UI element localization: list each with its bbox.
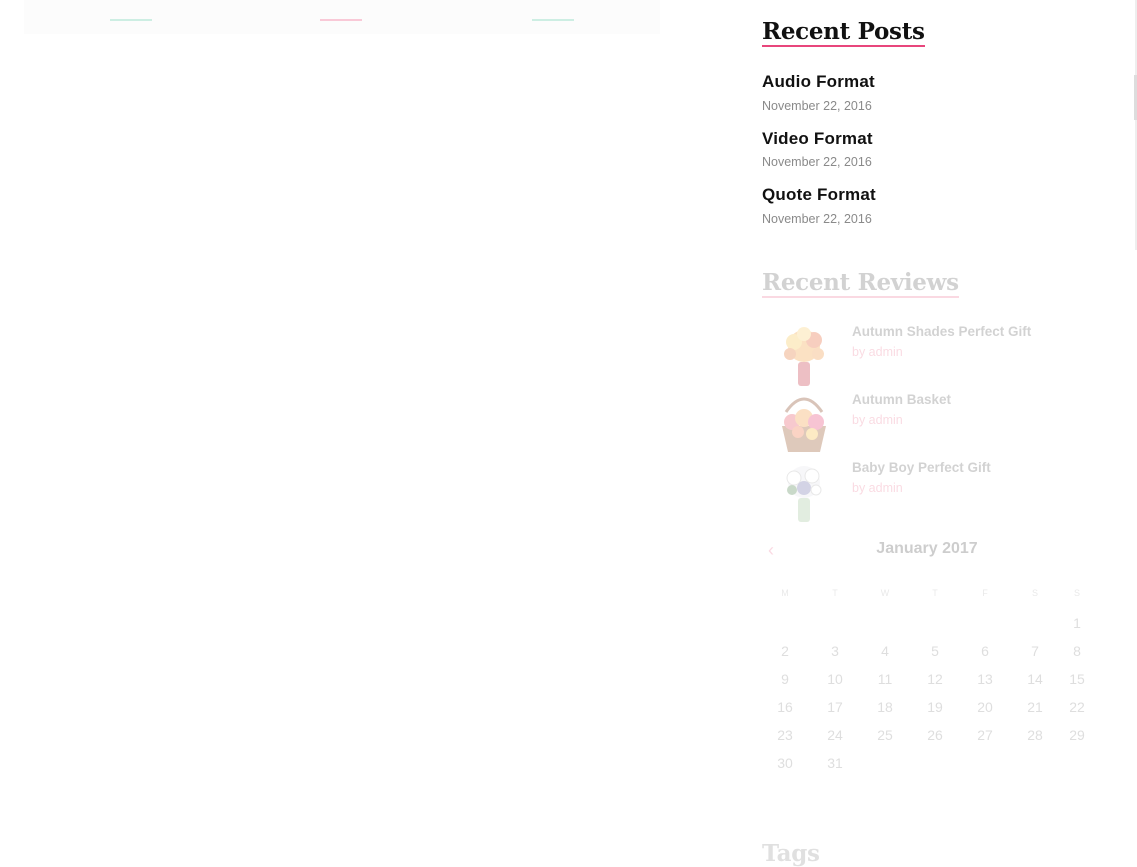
flower-basket-image[interactable]	[774, 392, 834, 456]
calendar-day: 7	[1031, 643, 1039, 659]
review-product-link[interactable]: Baby Boy Perfect Gift	[852, 460, 991, 475]
calendar-day: 19	[927, 699, 943, 715]
top-divider-mint-2	[532, 19, 574, 21]
review-product-link[interactable]: Autumn Shades Perfect Gift	[852, 324, 1031, 339]
review-author-link[interactable]: by admin	[852, 481, 903, 495]
recent-reviews-title: Recent Reviews	[762, 269, 959, 298]
calendar-day: 12	[927, 671, 943, 687]
post-date: November 22, 2016	[762, 212, 872, 226]
calendar-day: 31	[827, 755, 843, 771]
calendar-weekday-header: S	[1031, 588, 1038, 598]
calendar-day: 18	[877, 699, 893, 715]
calendar-day: 26	[927, 727, 943, 743]
top-column-3	[448, 0, 660, 34]
calendar-day: 30	[777, 755, 793, 771]
calendar-weekday-header: W	[880, 588, 890, 598]
post-link[interactable]: Audio Format	[762, 72, 875, 92]
calendar-day: 16	[777, 699, 793, 715]
calendar-title: January 2017	[876, 540, 978, 557]
calendar-day: 3	[831, 643, 839, 659]
calendar-day: 2	[781, 643, 789, 659]
calendar-day: 20	[977, 699, 993, 715]
calendar-day: 9	[781, 671, 789, 687]
calendar-day: 10	[827, 671, 843, 687]
review-author-link[interactable]: by admin	[852, 345, 903, 359]
top-column-2	[236, 0, 448, 34]
tags-title: Tags	[762, 840, 820, 867]
calendar-day: 27	[977, 727, 993, 743]
calendar-day: 25	[877, 727, 893, 743]
recent-posts-widget: Recent Posts Audio Format November 22, 2…	[762, 0, 1122, 240]
calendar-day: 23	[777, 727, 793, 743]
calendar-weekday-header: T	[932, 588, 938, 598]
calendar-day: 11	[877, 671, 893, 687]
calendar-day: 15	[1069, 671, 1085, 687]
review-author-link[interactable]: by admin	[852, 413, 903, 427]
calendar-day: 13	[977, 671, 993, 687]
calendar-day: 28	[1027, 727, 1043, 743]
calendar-day: 14	[1027, 671, 1043, 687]
calendar-weekday-header: T	[832, 588, 838, 598]
calendar-day: 8	[1073, 643, 1081, 659]
top-divider-pink	[320, 19, 362, 21]
post-link[interactable]: Video Format	[762, 129, 873, 149]
post-link[interactable]: Quote Format	[762, 185, 876, 205]
calendar-day: 4	[881, 643, 889, 659]
recent-posts-title: Recent Posts	[762, 18, 925, 47]
calendar-weekday-header: M	[781, 588, 789, 598]
flower-bouquet-image[interactable]	[774, 324, 834, 388]
calendar-day: 17	[827, 699, 843, 715]
calendar-weekday-header: F	[982, 588, 988, 598]
calendar-day: 24	[827, 727, 843, 743]
white-bouquet-image[interactable]	[774, 460, 834, 524]
calendar-weekday-header: S	[1073, 588, 1080, 598]
calendar-day: 6	[981, 643, 989, 659]
calendar-day: 21	[1027, 699, 1043, 715]
post-date: November 22, 2016	[762, 155, 872, 169]
top-column-1	[24, 0, 236, 34]
calendar-day: 1	[1073, 615, 1081, 631]
review-product-link[interactable]: Autumn Basket	[852, 392, 951, 407]
calendar-day: 29	[1069, 727, 1085, 743]
calendar-day: 22	[1069, 699, 1085, 715]
post-date: November 22, 2016	[762, 99, 872, 113]
top-divider-mint	[110, 19, 152, 21]
calendar-day: 5	[931, 643, 939, 659]
recent-reviews-widget: Recent Reviews Autumn Shades Perfect Gif…	[762, 260, 1122, 530]
